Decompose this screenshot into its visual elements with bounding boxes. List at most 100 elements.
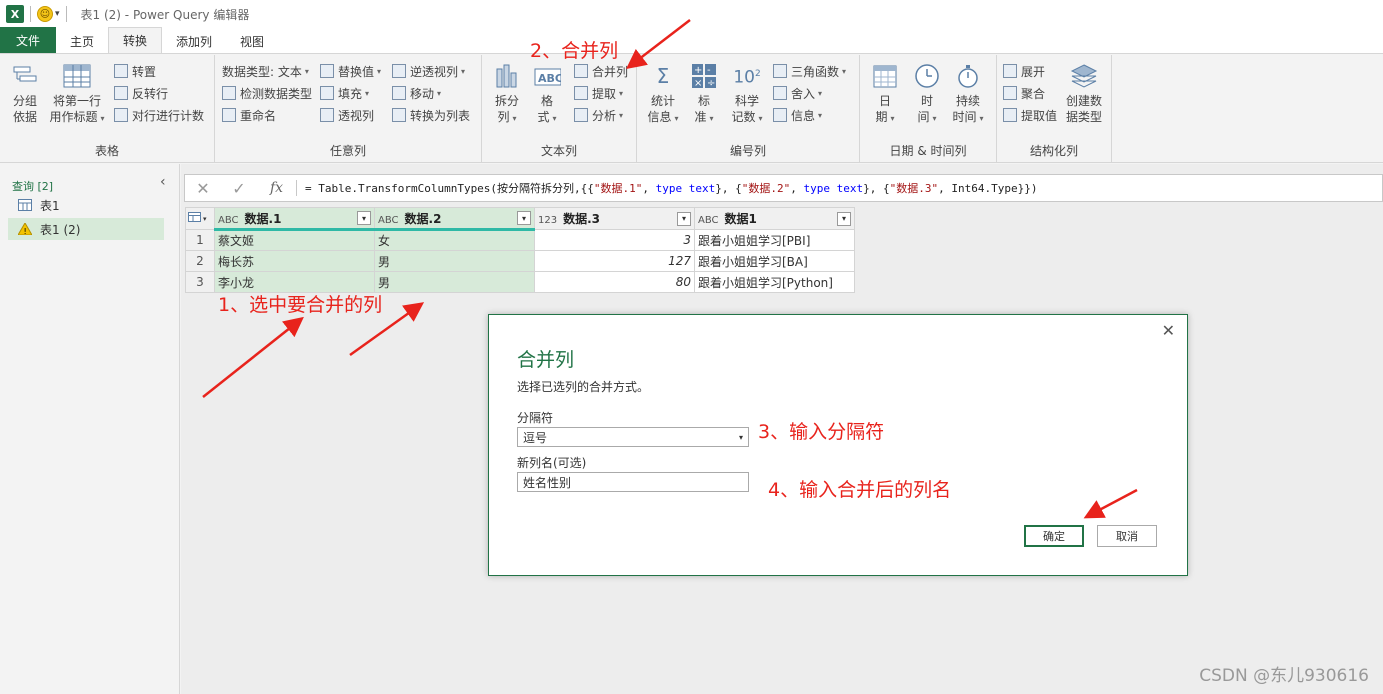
duration-button[interactable]: 持续 时间 ▾ (950, 63, 986, 127)
ribbon-group-structured-column: 展开 聚合 提取值 创建数 据类型 结构化列 (997, 55, 1112, 163)
move-label: 移动 (410, 86, 435, 101)
data-type-button[interactable]: 数据类型: 文本 ▾ (222, 62, 309, 80)
date-button[interactable]: 日 期 ▾ (868, 63, 902, 127)
count-rows-icon (114, 108, 128, 122)
separator-select[interactable]: 逗号 ▾ (517, 427, 749, 447)
expand-button[interactable]: 展开 (1003, 62, 1045, 80)
cancel-button[interactable]: 取消 (1097, 525, 1157, 547)
column-header-data2[interactable]: ABC 数据.2 ▾ (374, 207, 535, 231)
cancel-formula-icon[interactable]: ✕ (185, 179, 221, 198)
query-item-table1-copy[interactable]: ! 表1 (2) (8, 218, 164, 240)
column-filter-dropdown-icon[interactable]: ▾ (517, 211, 531, 225)
format-button[interactable]: ABC 格 式 ▾ (530, 63, 564, 127)
tab-transform[interactable]: 转换 (108, 27, 163, 53)
information-button[interactable]: 信息 ▾ (773, 106, 822, 124)
unpivot-button[interactable]: 逆透视列 ▾ (392, 62, 465, 80)
data-grid: ▾ ABC 数据.1 ▾ ABC 数据.2 ▾ 123 数据.3 ▾ ABC 数据1 ▾ 1 蔡… (185, 207, 855, 293)
pivot-label: 透视列 (338, 108, 375, 123)
column-filter-dropdown-icon[interactable]: ▾ (677, 211, 691, 226)
commit-formula-icon[interactable]: ✓ (221, 179, 257, 198)
group-label-any-column: 任意列 (329, 144, 366, 158)
table-cell[interactable]: 跟着小姐姐学习[Python] (694, 271, 855, 293)
window-title: 表1 (2) - Power Query 编辑器 (80, 7, 250, 22)
standard-button[interactable]: + - × ÷ 标 准 ▾ (689, 63, 719, 127)
tab-view[interactable]: 视图 (226, 29, 278, 53)
info-label: 信息 (791, 108, 816, 123)
quick-access-dropdown-icon[interactable]: ▾ (55, 9, 60, 19)
smiley-feedback-icon[interactable]: ☺ (37, 6, 53, 22)
formula-part: , Int64.Type}}) (938, 182, 1038, 195)
text-type-icon: ABC (378, 214, 399, 226)
table-cell[interactable]: 127 (534, 250, 695, 272)
column-header-data1[interactable]: ABC 数据.1 ▾ (214, 207, 375, 231)
first-row-label-2-text: 用作标题 (49, 110, 98, 124)
formula-bar: ✕ ✓ fx = Table.TransformColumnTypes(按分隔符… (184, 174, 1383, 202)
table-menu-corner[interactable]: ▾ (185, 207, 215, 230)
column-filter-dropdown-icon[interactable]: ▾ (357, 211, 371, 225)
tab-file[interactable]: 文件 (0, 27, 56, 53)
formula-input[interactable]: = Table.TransformColumnTypes(按分隔符拆分列,{{"… (305, 180, 1037, 196)
table-cell[interactable]: 80 (534, 271, 695, 293)
split-column-button[interactable]: 拆分 列 ▾ (490, 63, 524, 127)
rename-button[interactable]: 重命名 (222, 106, 276, 124)
table-cell[interactable]: 男 (374, 271, 535, 293)
parse-button[interactable]: 分析 ▾ (574, 106, 623, 124)
standard-label-1: 标 (697, 94, 710, 108)
transpose-button[interactable]: 转置 (114, 62, 156, 80)
row-number[interactable]: 2 (185, 250, 215, 272)
move-button[interactable]: 移动 ▾ (392, 84, 441, 102)
chevron-down-icon: ▾ (461, 66, 466, 76)
group-label-text-column: 文本列 (540, 144, 577, 158)
new-column-name-input[interactable]: 姓名性别 (517, 472, 749, 492)
table-cell[interactable]: 跟着小姐姐学习[BA] (694, 250, 855, 272)
tab-home[interactable]: 主页 (56, 29, 108, 53)
first-row-as-header-button[interactable]: 将第一行 用作标题 ▾ (48, 63, 106, 127)
table-cell[interactable]: 跟着小姐姐学习[PBI] (694, 229, 855, 251)
format-label-2-text: 式 (537, 110, 550, 124)
ok-button[interactable]: 确定 (1024, 525, 1084, 547)
pivot-column-button[interactable]: 透视列 (320, 106, 374, 124)
row-number[interactable]: 3 (185, 271, 215, 293)
table-cell[interactable]: 蔡文姬 (214, 229, 375, 251)
tab-add-column[interactable]: 添加列 (162, 29, 226, 53)
column-header-data3[interactable]: 123 数据.3 ▾ (534, 207, 695, 230)
query-item-table1[interactable]: 表1 (8, 194, 164, 216)
row-number[interactable]: 1 (185, 229, 215, 251)
formula-string: "数据.2" (741, 182, 791, 195)
close-icon[interactable]: ✕ (1162, 321, 1175, 340)
extract-values-button[interactable]: 提取值 (1003, 106, 1057, 124)
column-header-data-1[interactable]: ABC 数据1 ▾ (694, 207, 855, 230)
aggregate-button[interactable]: 聚合 (1003, 84, 1045, 102)
ribbon-group-any-column: 数据类型: 文本 ▾ 检测数据类型 重命名 替换值 ▾ 填充 ▾ 透视列 逆透视列 ▾ … (215, 55, 482, 163)
separator-label: 分隔符 (517, 411, 554, 425)
create-data-type-button[interactable]: 创建数 据类型 (1063, 63, 1105, 125)
collapse-pane-icon[interactable]: ‹ (160, 174, 166, 190)
chevron-down-icon: ▾ (619, 88, 624, 98)
count-rows-button[interactable]: 对行进行计数 (114, 106, 204, 124)
table-cell[interactable]: 女 (374, 229, 535, 251)
replace-values-button[interactable]: 替换值 ▾ (320, 62, 381, 80)
merge-columns-button[interactable]: 合并列 (574, 62, 628, 80)
table-cell[interactable]: 男 (374, 250, 535, 272)
extract-values-icon (1003, 108, 1017, 122)
detect-data-type-button[interactable]: 检测数据类型 (222, 84, 312, 102)
convert-to-list-button[interactable]: 转换为列表 (392, 106, 470, 124)
fill-button[interactable]: 填充 ▾ (320, 84, 369, 102)
table-cell[interactable]: 3 (534, 229, 695, 251)
statistics-button[interactable]: Σ 统计 信息 ▾ (645, 63, 681, 127)
rounding-button[interactable]: 舍入 ▾ (773, 84, 822, 102)
extract-button[interactable]: 提取 ▾ (574, 84, 623, 102)
group-by-button[interactable]: 分组 依据 (6, 63, 44, 125)
group-by-icon (11, 63, 39, 89)
column-name: 数据.3 (563, 212, 601, 226)
table-cell[interactable]: 梅长苏 (214, 250, 375, 272)
watermark: CSDN @东儿930616 (1199, 666, 1369, 686)
reverse-rows-button[interactable]: 反转行 (114, 84, 168, 102)
group-by-label-2: 依据 (12, 110, 37, 124)
scientific-button[interactable]: 102 科学 记数 ▾ (727, 63, 767, 127)
column-filter-dropdown-icon[interactable]: ▾ (837, 211, 851, 226)
time-button[interactable]: 时 间 ▾ (910, 63, 944, 127)
fx-icon[interactable]: fx (257, 180, 297, 196)
data-type-label: 数据类型: 文本 (222, 64, 302, 79)
trigonometry-button[interactable]: 三角函数 ▾ (773, 62, 846, 80)
